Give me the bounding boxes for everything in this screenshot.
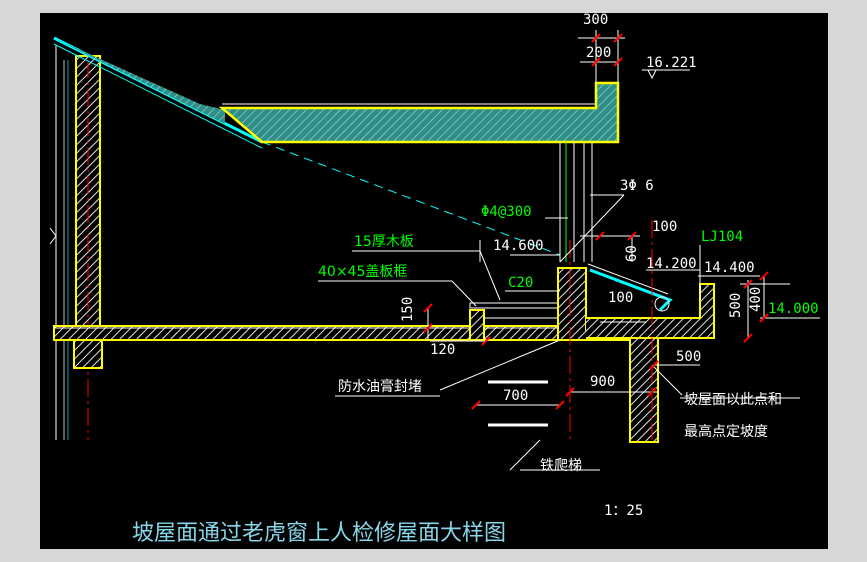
dim-60: 60 bbox=[624, 245, 640, 262]
drawing-title: 坡屋面通过老虎窗上人检修屋面大样图 bbox=[132, 521, 506, 546]
elev-14400: 14.400 bbox=[704, 260, 755, 276]
elev-14600: 14.600 bbox=[493, 238, 544, 254]
label-slope-note-1: 坡屋面以此点和 bbox=[684, 392, 782, 408]
pitched-roof bbox=[53, 36, 561, 256]
dim-500-bottom: 500 bbox=[676, 349, 701, 365]
left-wall bbox=[49, 45, 101, 440]
label-slope-note-2: 最高点定坡度 bbox=[684, 423, 768, 440]
dim-200: 200 bbox=[586, 45, 611, 61]
dim-300: 300 bbox=[583, 13, 608, 28]
label-waterproof-seal: 防水油膏封堵 bbox=[338, 378, 422, 395]
dim-700: 700 bbox=[503, 388, 528, 404]
dim-400: 400 bbox=[748, 287, 764, 312]
gutter bbox=[586, 263, 715, 339]
detail-drawing: 300 200 16.221 3Φ 6 100 14.600 14.200 14… bbox=[49, 13, 820, 546]
elev-16221: 16.221 bbox=[646, 55, 697, 71]
label-cover-frame: 40×45盖板框 bbox=[318, 264, 407, 280]
dim-150: 150 bbox=[400, 297, 416, 322]
elev-14000: 14.000 bbox=[768, 301, 819, 317]
note-labels: 防水油膏封堵 坡屋面以此点和 最高点定坡度 铁爬梯 bbox=[338, 378, 782, 474]
dimension-texts: 300 200 16.221 3Φ 6 100 14.600 14.200 14… bbox=[400, 13, 764, 519]
dim-500-right: 500 bbox=[728, 293, 744, 318]
dim-120: 120 bbox=[430, 342, 455, 358]
cad-viewport[interactable]: 300 200 16.221 3Φ 6 100 14.600 14.200 14… bbox=[40, 13, 828, 549]
bar-3phi6: 3Φ 6 bbox=[620, 178, 654, 194]
label-wood-board: 15厚木板 bbox=[354, 234, 414, 250]
label-iron-ladder: 铁爬梯 bbox=[540, 458, 582, 474]
dim-100-inner: 100 bbox=[608, 290, 633, 306]
drawing-scale: 1：25 bbox=[604, 503, 643, 519]
left-column bbox=[73, 339, 103, 369]
dormer-posts bbox=[559, 142, 593, 262]
upper-slab bbox=[218, 81, 620, 144]
bar-phi4-300: Φ4@300 bbox=[481, 204, 532, 220]
dim-900: 900 bbox=[590, 374, 615, 390]
detail-lj104: LJ104 bbox=[701, 229, 743, 245]
dim-100-top: 100 bbox=[652, 219, 677, 235]
label-c20: C20 bbox=[508, 275, 533, 291]
elev-14200: 14.200 bbox=[646, 256, 697, 272]
